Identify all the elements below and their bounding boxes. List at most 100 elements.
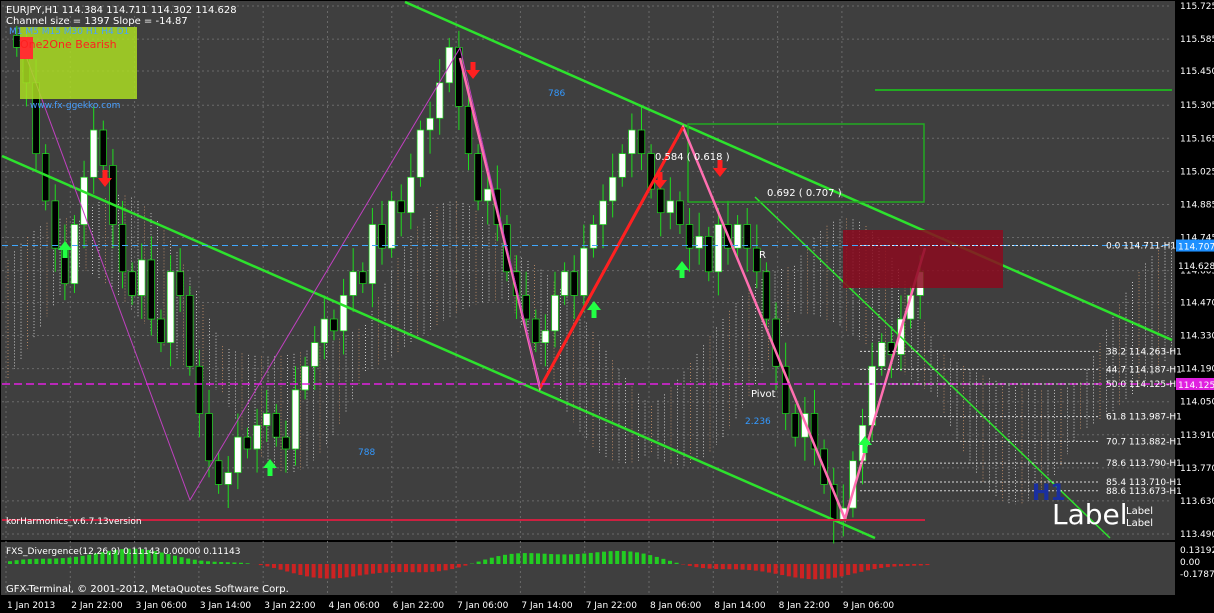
histogram-bar [179, 557, 184, 564]
candle-body [359, 271, 367, 284]
histogram-bar [351, 564, 356, 577]
candle-body [349, 271, 357, 296]
histogram-bar [813, 564, 818, 580]
histogram-bar [225, 562, 230, 564]
panel-title: One2One Bearish [20, 38, 117, 51]
candle-body [368, 224, 377, 284]
indicator-title: FXS_Divergence(12,26,9) 0.11143 0.00000 … [6, 547, 240, 557]
price-tag: 114.628 [1178, 262, 1214, 272]
channel-line: Channel size = 1397 Slope = -14.87 [6, 16, 188, 27]
candle-body [243, 436, 252, 450]
histogram-bar [740, 564, 745, 570]
fib-label: 88.6 113.673-H1 [1106, 487, 1182, 497]
x-tick-label: 8 Jan 06:00 [650, 601, 702, 611]
histogram-bar [34, 558, 39, 564]
histogram-bar [767, 564, 771, 573]
candle-body [436, 82, 444, 119]
histogram-bar [47, 558, 52, 564]
candle-body [378, 224, 386, 249]
histogram-bar [357, 564, 362, 576]
candle-body [176, 271, 184, 296]
candle-body [714, 224, 723, 273]
candle-body [253, 424, 261, 450]
candle-body [657, 188, 665, 214]
y-tick-label: 115.585 [1180, 35, 1214, 45]
site-link[interactable]: www.fx-ggekko.com [30, 101, 120, 111]
histogram-bar [879, 564, 884, 568]
candle-body [464, 106, 473, 155]
candle-body [484, 188, 492, 202]
price-tag: 114.125 [1178, 381, 1214, 391]
histogram-bar [384, 564, 389, 573]
histogram-bar [318, 564, 323, 579]
price-chart[interactable]: 0.0 114.711-H1 38.2 114.263-H1 44.7 114.18… [0, 0, 1214, 613]
candle-body [685, 224, 694, 249]
histogram-bar [793, 564, 798, 578]
fib-label: 44.7 114.187-H1 [1106, 365, 1182, 375]
x-tick-label: 7 Jan 22:00 [586, 601, 638, 611]
x-tick-label: 1 Jan 2013 [7, 601, 55, 611]
y-tick-label: 114.470 [1180, 298, 1214, 308]
histogram-bar [694, 564, 699, 568]
histogram-bar [727, 564, 732, 570]
candle-body [580, 247, 588, 296]
histogram-bar [839, 564, 844, 577]
histogram-bar [806, 564, 811, 580]
histogram-bar [826, 564, 831, 579]
y-tick-label: 113.910 [1180, 431, 1214, 441]
candle-body [609, 176, 617, 202]
candle-body [589, 224, 598, 249]
y-tick-label: 113.490 [1180, 530, 1214, 540]
histogram-bar [621, 551, 626, 564]
x-tick-label: 4 Jan 06:00 [329, 601, 381, 611]
histogram-bar [291, 564, 296, 574]
histogram-bar [245, 563, 250, 564]
candle-body [282, 436, 290, 450]
histogram-bar [773, 564, 778, 574]
candle-body [214, 460, 223, 485]
histogram-bar [8, 561, 12, 564]
candle-body [560, 271, 569, 296]
histogram-bar [265, 564, 270, 567]
histogram-bar [456, 564, 461, 568]
x-tick-label: 6 Jan 22:00 [393, 601, 445, 611]
histogram-bar [344, 564, 349, 578]
histogram-bar [364, 564, 369, 575]
fib-label: 70.7 113.882-H1 [1106, 437, 1182, 447]
histogram-bar [569, 554, 573, 564]
histogram-bar [232, 562, 237, 564]
ext-label: 2.236 [745, 417, 771, 427]
candle-body [205, 413, 213, 462]
x-tick-label: 2 Jan 22:00 [71, 601, 123, 611]
copyright: GFX-Terminal, © 2001-2012, MetaQuotes So… [6, 584, 289, 595]
small-label-1: Label [1126, 506, 1153, 517]
histogram-bar [285, 564, 290, 572]
num-786: 786 [548, 89, 565, 99]
histogram-bar [27, 559, 32, 564]
ret-label-1: 0.584 ( 0.618 ) [655, 152, 730, 163]
candle-body [455, 46, 463, 107]
histogram-bar [555, 554, 560, 564]
timeframe-row[interactable]: M1 M5 M15 M30 H1 H4 D1 [9, 27, 129, 37]
histogram-bar [278, 564, 283, 570]
candle-body [99, 129, 107, 166]
histogram-bar [21, 559, 26, 564]
indicator-tick: 0.00 [1180, 558, 1200, 568]
candle-body [637, 129, 646, 155]
histogram-bar [199, 560, 204, 564]
histogram-bar [74, 556, 78, 564]
histogram-bar [687, 564, 692, 566]
y-tick-label: 115.725 [1180, 2, 1214, 12]
histogram-bar [905, 564, 910, 566]
x-tick-label: 8 Jan 14:00 [714, 601, 766, 611]
candle-body [234, 436, 242, 473]
fib-label: 61.8 113.987-H1 [1106, 413, 1182, 423]
candle-body [695, 235, 703, 249]
candle-body [118, 224, 127, 273]
candle-body [109, 165, 117, 225]
histogram-bar [536, 553, 540, 564]
candle-body [157, 318, 165, 343]
histogram-bar [463, 564, 468, 566]
histogram-bar [239, 562, 243, 564]
histogram-bar [258, 564, 263, 566]
